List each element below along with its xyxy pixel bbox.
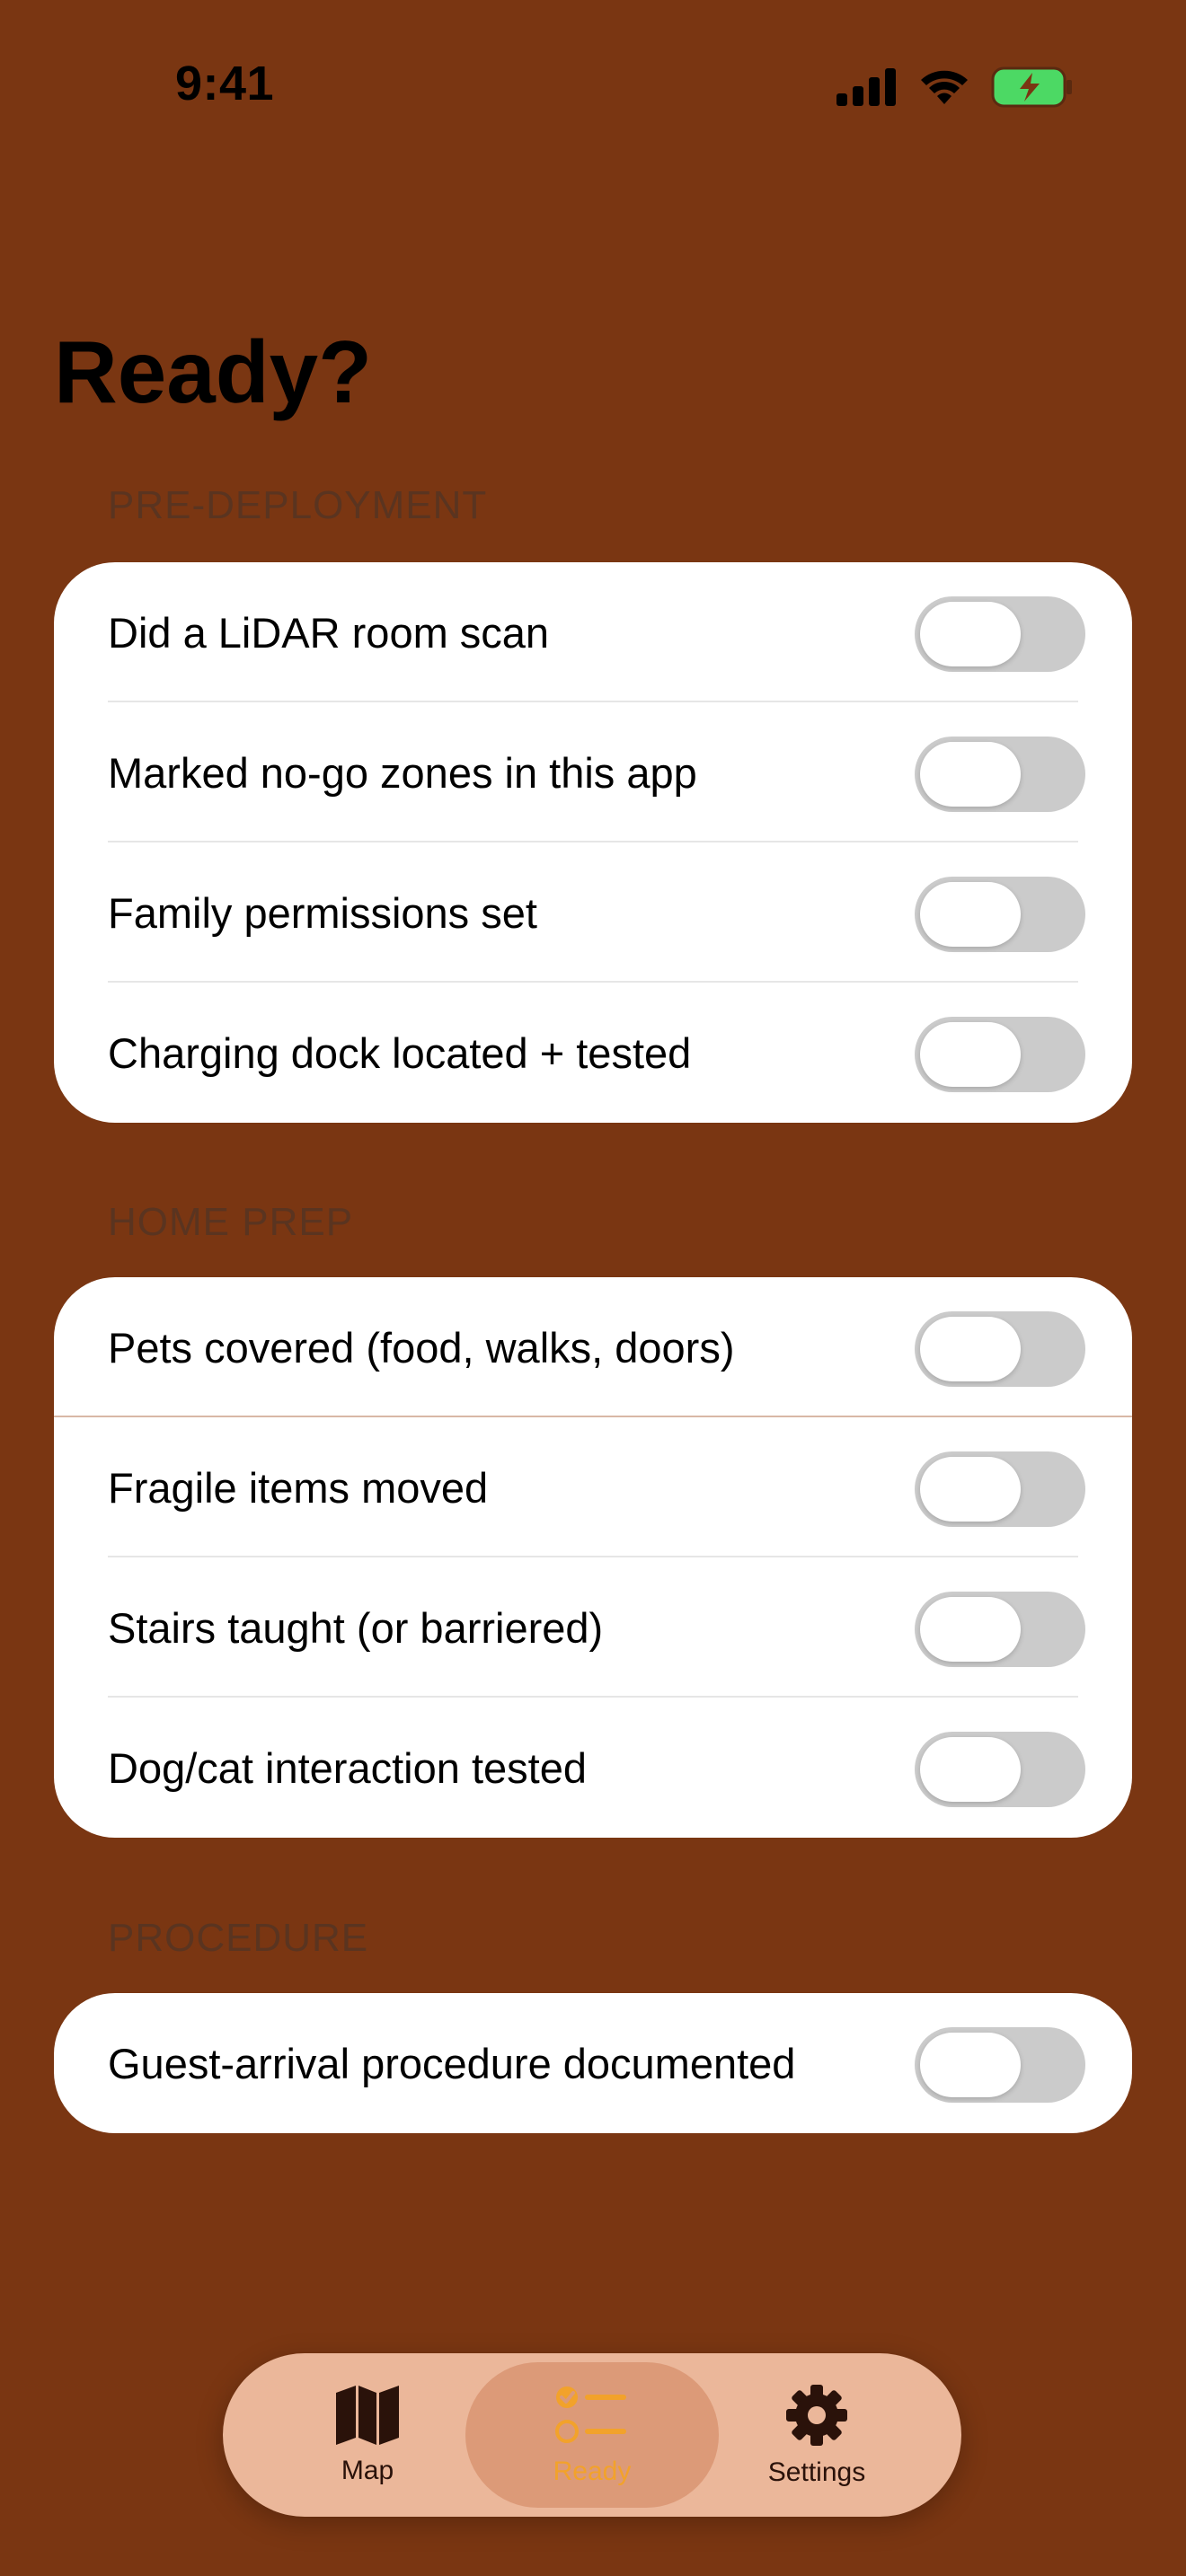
no-go-zones-toggle[interactable] [915,737,1085,812]
checklist-row: Marked no-go zones in this app [54,702,1132,842]
tab-bar: Map Ready Settings [223,2353,961,2517]
checklist-row: Charging dock located + tested [54,983,1132,1123]
fragile-items-toggle[interactable] [915,1451,1085,1527]
checklist-row: Did a LiDAR room scan [54,562,1132,702]
pre-deployment-card: Did a LiDAR room scan Marked no-go zones… [54,562,1132,1123]
toggle-knob [920,882,1021,947]
toggle-knob [920,1597,1021,1662]
checklist-item-label: Fragile items moved [108,1463,489,1512]
home-prep-card: Pets covered (food, walks, doors) Fragil… [54,1277,1132,1838]
map-icon [336,2386,399,2445]
toggle-knob [920,1022,1021,1087]
gear-icon [786,2385,847,2446]
stairs-taught-toggle[interactable] [915,1592,1085,1667]
tab-settings[interactable]: Settings [690,2362,943,2508]
tab-label: Map [341,2456,394,2485]
checklist-row: Guest-arrival procedure documented [54,1993,1132,2133]
section-header-pre-deployment: PRE-DEPLOYMENT [108,483,488,527]
toggle-knob [920,742,1021,807]
toggle-knob [920,2033,1021,2097]
checklist-item-label: Pets covered (food, walks, doors) [108,1323,735,1372]
pets-covered-toggle[interactable] [915,1311,1085,1387]
toggle-knob [920,1737,1021,1802]
dog-cat-interaction-toggle[interactable] [915,1732,1085,1807]
page-title: Ready? [54,322,373,421]
charging-dock-toggle[interactable] [915,1017,1085,1092]
lidar-scan-toggle[interactable] [915,596,1085,672]
checklist-item-label: Marked no-go zones in this app [108,748,697,797]
tab-label: Settings [767,2457,866,2487]
family-permissions-toggle[interactable] [915,877,1085,952]
checklist-item-label: Stairs taught (or barriered) [108,1603,604,1652]
checklist-item-label: Charging dock located + tested [108,1028,692,1077]
checklist-row: Pets covered (food, walks, doors) [54,1277,1132,1417]
status-bar: 9:41 [0,0,1186,180]
checklist-row: Fragile items moved [54,1417,1132,1557]
checklist-item-label: Dog/cat interaction tested [108,1743,587,1792]
checklist-row: Family permissions set [54,842,1132,983]
checklist-item-label: Did a LiDAR room scan [108,608,550,657]
tab-ready[interactable]: Ready [465,2362,719,2508]
battery-charging-icon [991,66,1072,108]
cellular-signal-icon [836,68,896,106]
tab-label: Ready [553,2457,632,2486]
procedure-card: Guest-arrival procedure documented [54,1993,1132,2133]
status-time: 9:41 [175,57,275,110]
guest-arrival-toggle[interactable] [915,2027,1085,2103]
toggle-knob [920,1317,1021,1381]
toggle-knob [920,602,1021,666]
status-icons [836,65,1074,110]
section-header-procedure: PROCEDURE [108,1916,369,1960]
checklist-icon [555,2386,626,2443]
checklist-item-label: Guest-arrival procedure documented [108,2039,796,2087]
checklist-item-label: Family permissions set [108,888,537,937]
checklist-row: Dog/cat interaction tested [54,1698,1132,1838]
toggle-knob [920,1457,1021,1522]
tab-map[interactable]: Map [241,2362,494,2508]
checklist-row: Stairs taught (or barriered) [54,1557,1132,1698]
section-header-home-prep: HOME PREP [108,1200,354,1244]
wifi-icon [921,70,968,104]
